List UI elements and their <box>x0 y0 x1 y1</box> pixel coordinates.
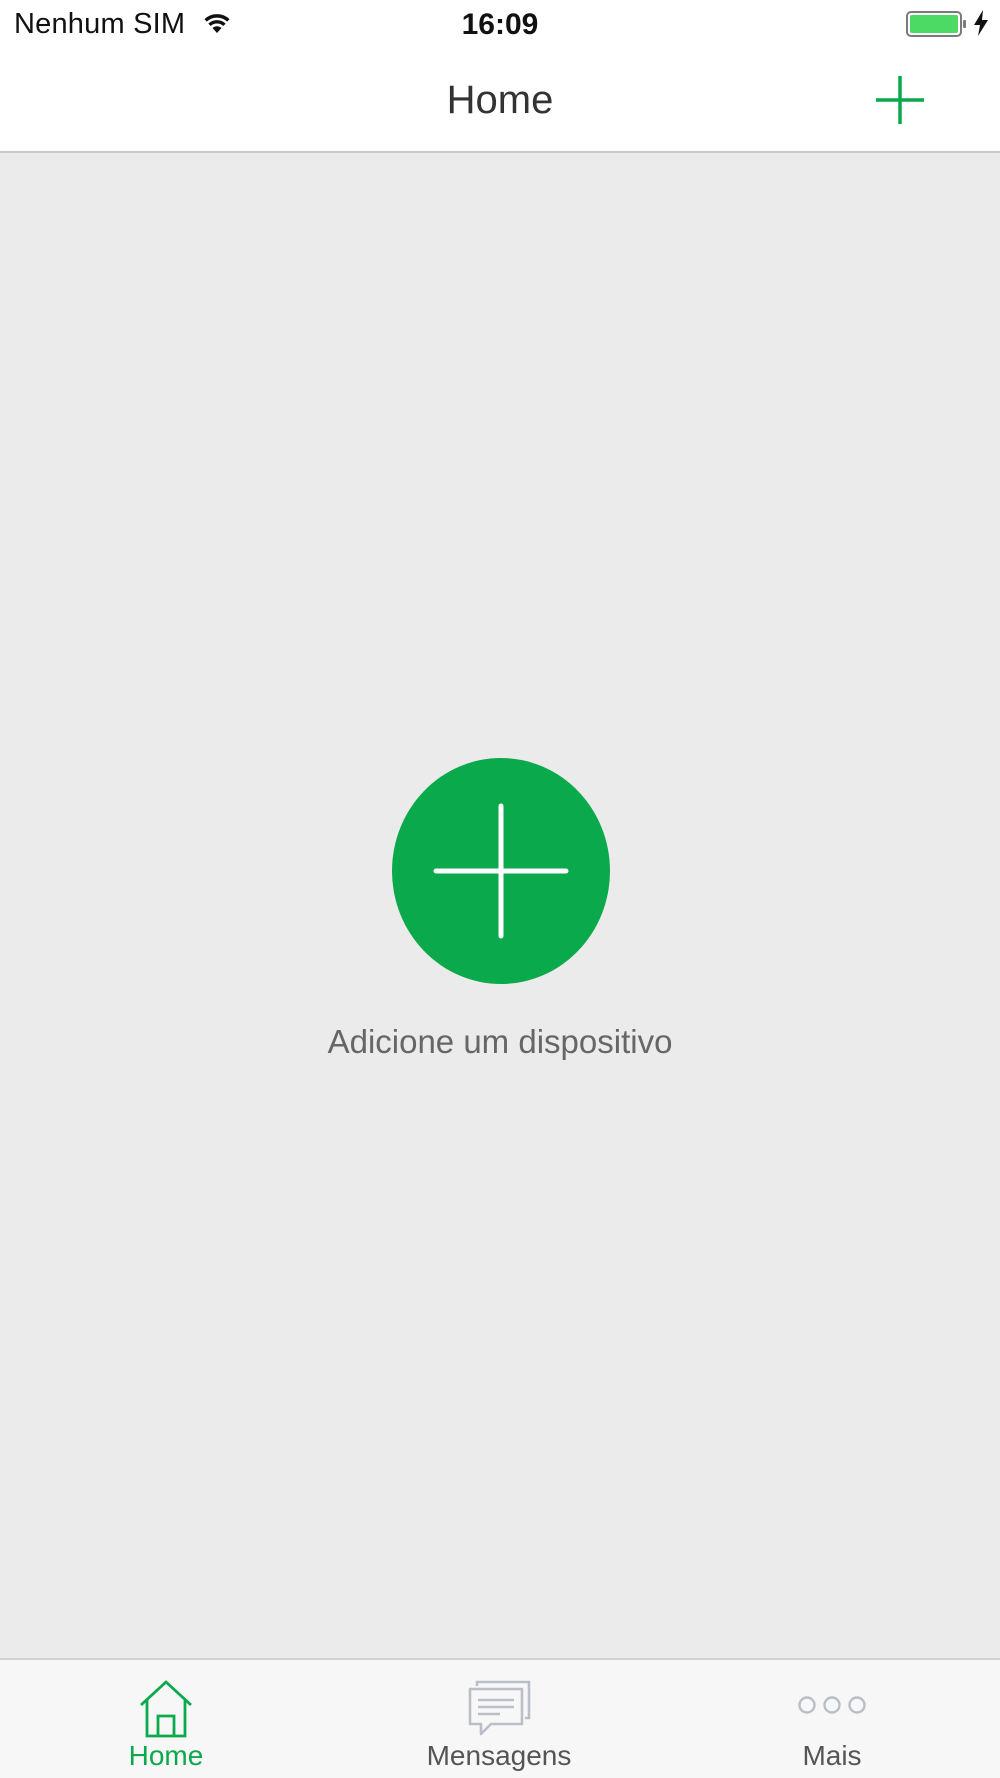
navigation-bar: Home <box>0 50 1000 153</box>
tab-more[interactable]: Mais <box>732 1660 932 1778</box>
battery-icon <box>906 10 968 38</box>
charging-bolt-icon <box>972 9 990 37</box>
add-device-button[interactable] <box>392 758 610 984</box>
tab-bar: Home Mensagens Mais <box>0 1658 1000 1778</box>
plus-icon <box>876 76 924 124</box>
add-device-label[interactable]: Adicione um dispositivo <box>0 1023 1000 1061</box>
tab-home-label: Home <box>128 1740 204 1771</box>
tab-messages-label: Mensagens <box>426 1740 572 1771</box>
tab-messages[interactable]: Mensagens <box>399 1660 599 1778</box>
home-icon <box>66 1680 266 1738</box>
page-title: Home <box>446 78 554 122</box>
tab-more-label: Mais <box>802 1740 862 1771</box>
tab-home[interactable]: Home <box>66 1660 266 1778</box>
messages-icon <box>399 1680 599 1738</box>
add-device-nav-button[interactable] <box>868 72 932 128</box>
status-time: 16:09 <box>461 8 539 41</box>
status-bar: Nenhum SIM 16:09 <box>0 0 1000 50</box>
plus-icon <box>433 803 569 939</box>
device-list-empty-state: Adicione um dispositivo <box>0 153 1000 1658</box>
more-icon <box>732 1680 932 1738</box>
